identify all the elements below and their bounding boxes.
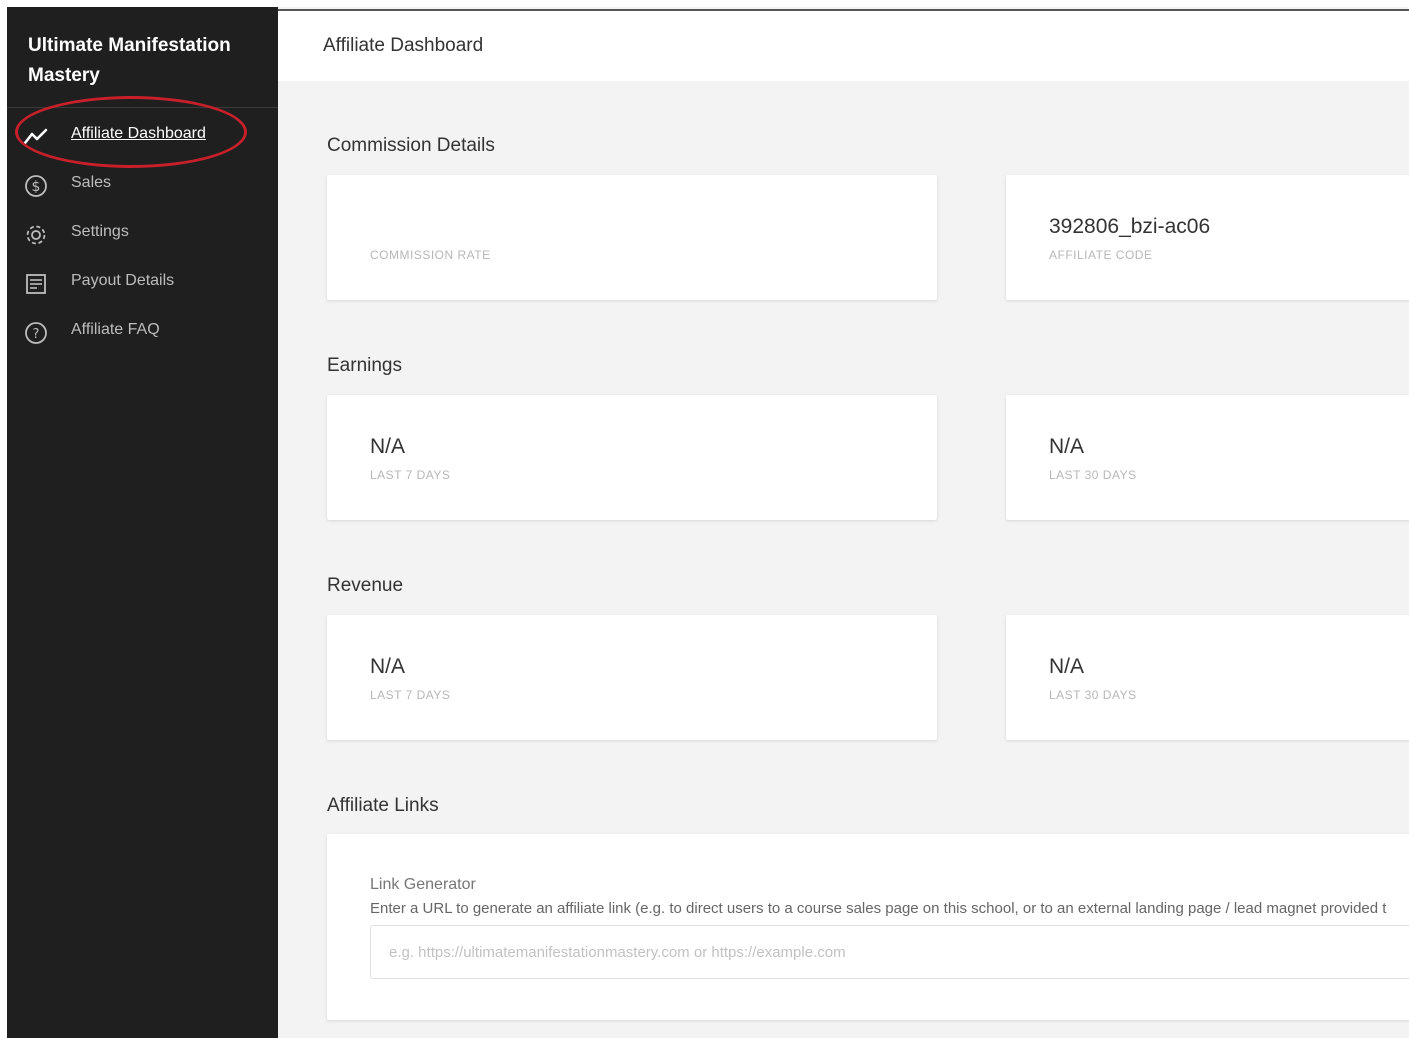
earnings-7-days-value: N/A: [370, 435, 406, 458]
sidebar-item-affiliate-faq[interactable]: ? Affiliate FAQ: [7, 308, 278, 357]
section-title-commission: Commission Details: [327, 135, 495, 156]
chart-line-icon: [23, 124, 49, 150]
sidebar-item-sales[interactable]: $ Sales: [7, 161, 278, 210]
section-title-revenue: Revenue: [327, 575, 404, 596]
link-generator-url-input[interactable]: [370, 925, 1409, 979]
revenue-30-days-caption: LAST 30 DAYS: [1049, 688, 1137, 702]
document-list-icon: [23, 271, 49, 297]
page-title: Affiliate Dashboard: [323, 35, 484, 56]
dollar-circle-icon: $: [23, 173, 49, 199]
sidebar-nav: Affiliate Dashboard $ Sales Settings Pay…: [7, 112, 278, 357]
revenue-30-days-card: N/A LAST 30 DAYS: [1006, 615, 1409, 740]
question-circle-icon: ?: [23, 320, 49, 346]
sidebar-item-settings[interactable]: Settings: [7, 210, 278, 259]
commission-rate-card: COMMISSION RATE: [327, 175, 937, 300]
sidebar-item-label: Settings: [71, 223, 129, 240]
sidebar-item-affiliate-dashboard[interactable]: Affiliate Dashboard: [7, 112, 278, 161]
revenue-7-days-value: N/A: [370, 655, 406, 678]
section-title-affiliate-links: Affiliate Links: [327, 795, 439, 816]
link-generator-title: Link Generator: [370, 876, 476, 893]
revenue-7-days-card: N/A LAST 7 DAYS: [327, 615, 937, 740]
revenue-7-days-caption: LAST 7 DAYS: [370, 688, 451, 702]
sidebar-item-label: Affiliate Dashboard: [71, 125, 206, 142]
section-title-earnings: Earnings: [327, 355, 402, 376]
link-generator-card: Link Generator Enter a URL to generate a…: [327, 834, 1409, 1020]
earnings-7-days-card: N/A LAST 7 DAYS: [327, 395, 937, 520]
earnings-30-days-caption: LAST 30 DAYS: [1049, 468, 1137, 482]
affiliate-code-value: 392806_bzi-ac06: [1049, 215, 1211, 238]
earnings-30-days-card: N/A LAST 30 DAYS: [1006, 395, 1409, 520]
svg-text:?: ?: [33, 327, 40, 342]
link-generator-description: Enter a URL to generate an affiliate lin…: [370, 900, 1387, 917]
commission-rate-caption: COMMISSION RATE: [370, 248, 491, 262]
earnings-30-days-value: N/A: [1049, 435, 1085, 458]
svg-text:$: $: [32, 179, 41, 195]
affiliate-code-card: 392806_bzi-ac06 AFFILIATE CODE: [1006, 175, 1409, 300]
gear-icon: [23, 222, 49, 248]
sidebar-divider: [7, 107, 278, 108]
revenue-30-days-value: N/A: [1049, 655, 1085, 678]
sidebar: Ultimate Manifestation Mastery Affiliate…: [7, 7, 278, 1038]
earnings-7-days-caption: LAST 7 DAYS: [370, 468, 451, 482]
main-content: Affiliate Dashboard Commission Details C…: [278, 7, 1409, 1038]
sidebar-item-label: Payout Details: [71, 272, 175, 289]
sidebar-item-payout-details[interactable]: Payout Details: [7, 259, 278, 308]
sidebar-item-label: Sales: [71, 174, 112, 191]
brand-title: Ultimate Manifestation Mastery: [28, 35, 231, 86]
sidebar-item-label: Affiliate FAQ: [71, 321, 160, 338]
affiliate-code-caption: AFFILIATE CODE: [1049, 248, 1153, 262]
header-bar: Affiliate Dashboard: [278, 9, 1409, 81]
